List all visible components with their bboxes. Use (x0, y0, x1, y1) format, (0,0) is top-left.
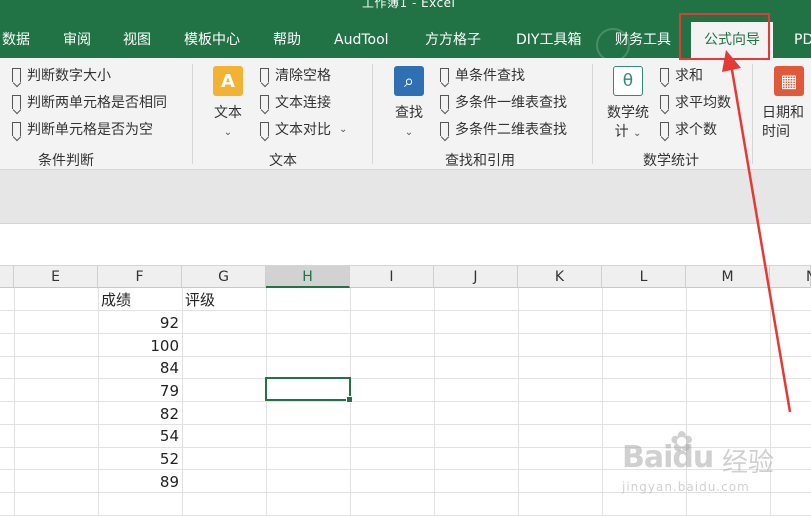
watermark-brand-cn: 经验 (722, 448, 775, 478)
watermark-brand: Baidu (622, 440, 714, 475)
paw-icon: ✿ (670, 425, 694, 458)
watermark-url: jingyan.baidu.com (622, 480, 750, 494)
